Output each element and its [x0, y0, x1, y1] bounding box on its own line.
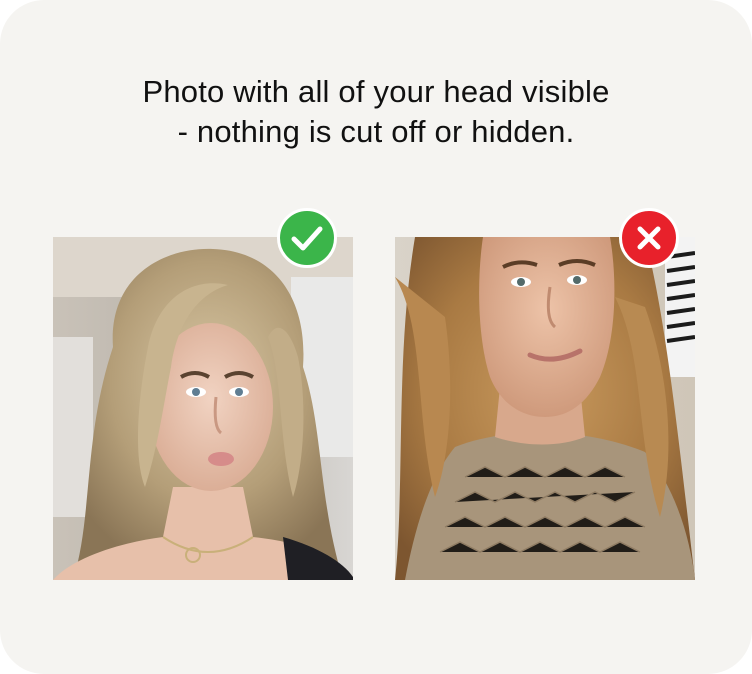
instruction-text: Photo with all of your head visible - no…	[0, 72, 752, 152]
cross-icon	[637, 226, 661, 250]
check-icon	[291, 226, 323, 251]
correct-badge	[277, 208, 337, 268]
guideline-card: Photo with all of your head visible - no…	[0, 0, 752, 674]
instruction-line-1: Photo with all of your head visible	[142, 74, 610, 109]
instruction-line-2: - nothing is cut off or hidden.	[177, 114, 575, 149]
incorrect-badge	[619, 208, 679, 268]
bad-example-photo	[395, 237, 695, 580]
good-example-photo	[53, 237, 353, 580]
